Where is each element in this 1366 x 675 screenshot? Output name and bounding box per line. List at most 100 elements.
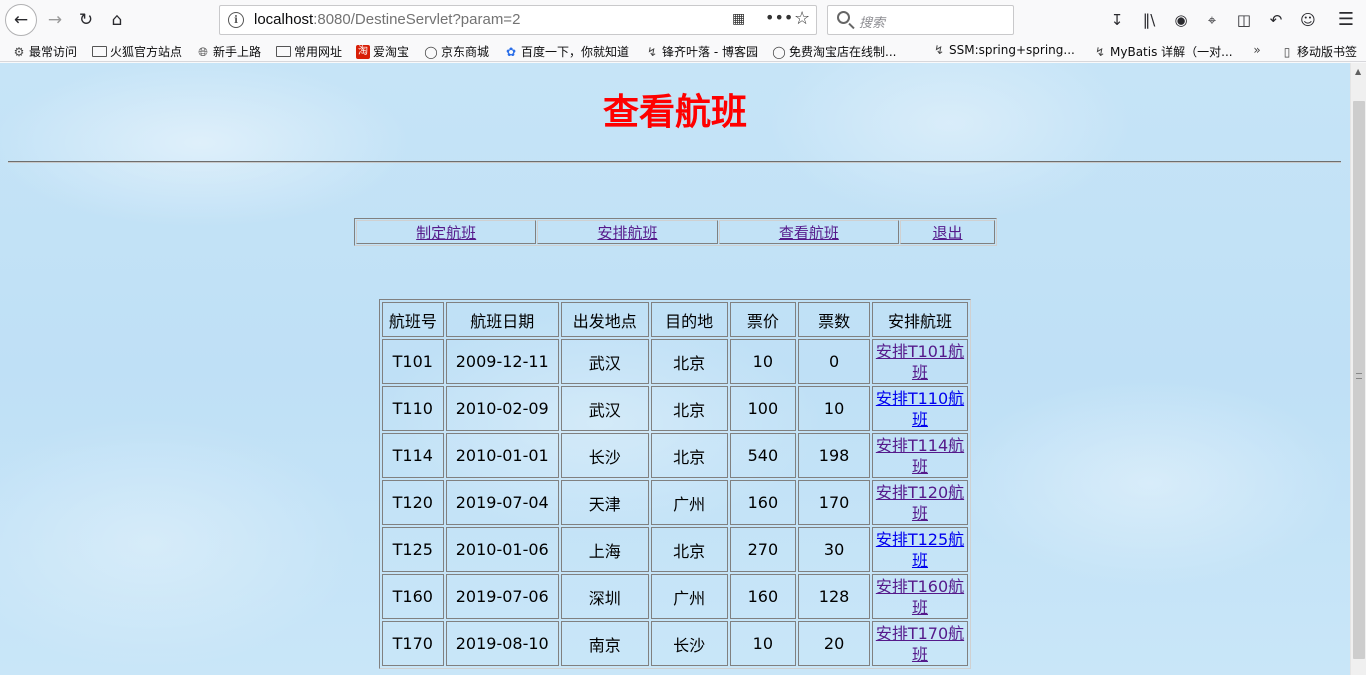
table-row: T160 2019-07-06 深圳 广州 160 128 安排T160航班 [382, 574, 968, 619]
bookmark-item[interactable]: ↯ SSM:spring+spring... [932, 43, 1075, 57]
schedule-flight-link[interactable]: 安排T160航班 [876, 577, 964, 617]
scrollbar-thumb[interactable] [1353, 101, 1365, 659]
globe-icon: 🌐︎ [198, 44, 208, 59]
table-cell-action: 安排T101航班 [871, 339, 968, 384]
table-cell-tickets: 128 [798, 574, 870, 619]
table-cell-from: 武汉 [560, 339, 649, 384]
schedule-flight-link[interactable]: 安排T170航班 [876, 624, 964, 664]
horizontal-divider [8, 161, 1341, 163]
url-text[interactable]: localhost:8080/DestineServlet?param=2 [254, 11, 520, 28]
screenshot-crop-icon[interactable]: ⌖ [1201, 9, 1223, 31]
menu-link-logout[interactable]: 退出 [932, 224, 962, 242]
table-cell-tickets: 198 [798, 433, 870, 478]
schedule-flight-link[interactable]: 安排T110航班 [876, 389, 964, 429]
table-cell-action: 安排T114航班 [871, 433, 968, 478]
menu-link-create-flight[interactable]: 制定航班 [416, 224, 476, 242]
search-bar[interactable]: 搜索 [827, 5, 1014, 35]
bookmark-star-icon[interactable]: ☆ [794, 8, 810, 29]
link-text-line1: 安排T160航 [875, 576, 965, 596]
blog-icon: ↯ [1094, 44, 1106, 59]
forward-arrow-icon[interactable]: → [40, 5, 70, 35]
schedule-flight-link[interactable]: 安排T101航班 [876, 342, 964, 382]
schedule-flight-link[interactable]: 安排T125航班 [876, 530, 964, 570]
sidebar-icon[interactable]: ◫ [1233, 9, 1255, 31]
page-info-icon[interactable]: i [228, 12, 244, 28]
table-cell-date: 2010-02-09 [445, 386, 559, 431]
table-cell-tickets: 0 [798, 339, 870, 384]
baidu-paw-icon: ✿ [505, 44, 517, 59]
column-header: 航班日期 [445, 302, 559, 337]
account-icon[interactable]: ☺ [1297, 9, 1319, 31]
table-cell-from: 武汉 [560, 386, 649, 431]
more-bookmarks-chevron-icon[interactable]: » [1250, 43, 1264, 57]
search-input[interactable]: 搜索 [859, 12, 885, 31]
table-cell-price: 160 [729, 574, 797, 619]
download-icon[interactable]: ↧ [1106, 9, 1128, 31]
bookmark-label: 新手上路 [213, 45, 262, 59]
bookmark-item[interactable]: ↯ 锋齐叶落 - 博客园 [645, 43, 758, 60]
table-cell-to: 长沙 [650, 621, 728, 666]
link-text-line2: 班 [911, 597, 928, 617]
url-path: :8080/DestineServlet?param=2 [313, 11, 521, 28]
undo-icon[interactable]: ↶ [1265, 9, 1287, 31]
table-cell-to: 北京 [650, 339, 728, 384]
table-cell-price: 160 [729, 480, 797, 525]
chat-icon[interactable]: ◉ [1170, 9, 1192, 31]
table-cell-to: 北京 [650, 386, 728, 431]
home-icon[interactable]: ⌂ [102, 5, 132, 35]
bookmark-item[interactable]: ↯ MyBatis 详解（一对... [1093, 43, 1233, 60]
bookmark-item[interactable]: ⚙ 最常访问 [12, 43, 77, 60]
table-cell-date: 2019-07-04 [445, 480, 559, 525]
more-actions-icon[interactable]: ••• [765, 8, 793, 27]
bookmark-label: 锋齐叶落 - 博客园 [662, 45, 758, 59]
hamburger-menu-icon[interactable]: ☰ [1335, 9, 1357, 31]
table-cell-to: 广州 [650, 574, 728, 619]
table-cell-id: T160 [382, 574, 444, 619]
table-header-row: 航班号 航班日期 出发地点 目的地 票价 票数 安排航班 [382, 302, 968, 337]
table-cell-from: 深圳 [560, 574, 649, 619]
taobao-icon: 淘 [356, 44, 370, 59]
menu-link-view-flights[interactable]: 查看航班 [779, 224, 839, 242]
bookmark-label: 最常访问 [29, 45, 78, 59]
bookmark-item[interactable]: 火狐官方站点 [92, 43, 182, 60]
table-row: T114 2010-01-01 长沙 北京 540 198 安排T114航班 [382, 433, 968, 478]
reload-icon[interactable]: ↻ [71, 5, 101, 35]
table-row: T125 2010-01-06 上海 北京 270 30 安排T125航班 [382, 527, 968, 572]
globe-icon: ◯ [424, 44, 438, 59]
bookmark-item[interactable]: 淘爱淘宝 [356, 43, 409, 60]
link-text-line2: 班 [911, 362, 928, 382]
url-bar[interactable]: i localhost:8080/DestineServlet?param=2 … [219, 5, 817, 35]
bookmark-item[interactable]: ◯ 免费淘宝店在线制... [772, 43, 896, 60]
table-cell-tickets: 170 [798, 480, 870, 525]
table-cell-date: 2010-01-01 [445, 433, 559, 478]
table-cell-action: 安排T110航班 [871, 386, 968, 431]
table-row: T170 2019-08-10 南京 长沙 10 20 安排T170航班 [382, 621, 968, 666]
bookmark-item[interactable]: ✿ 百度一下，你就知道 [504, 43, 629, 60]
bookmark-item[interactable]: 常用网址 [276, 43, 342, 60]
table-cell-from: 上海 [560, 527, 649, 572]
back-arrow-icon[interactable]: ← [5, 4, 37, 36]
link-text-line2: 班 [911, 550, 928, 570]
table-cell-action: 安排T125航班 [871, 527, 968, 572]
link-text-line2: 班 [911, 503, 928, 523]
scroll-up-arrow-icon[interactable]: ▲ [1355, 67, 1361, 76]
vertical-scrollbar[interactable]: ▲ [1350, 63, 1366, 675]
bookmark-item[interactable]: ▯ 移动版书签 [1280, 43, 1357, 60]
bookmark-label: 百度一下，你就知道 [521, 45, 630, 59]
schedule-flight-link[interactable]: 安排T114航班 [876, 436, 964, 476]
column-header: 票数 [798, 302, 870, 337]
mobile-icon: ▯ [1283, 44, 1291, 59]
table-cell-id: T170 [382, 621, 444, 666]
schedule-flight-link[interactable]: 安排T120航班 [876, 483, 964, 523]
column-header: 目的地 [650, 302, 728, 337]
menu-link-schedule-flight[interactable]: 安排航班 [597, 224, 657, 242]
table-cell-id: T125 [382, 527, 444, 572]
bookmark-item[interactable]: 🌐︎ 新手上路 [196, 43, 261, 60]
library-icon[interactable]: ‖\ [1138, 9, 1160, 31]
table-cell-id: T110 [382, 386, 444, 431]
qr-code-icon[interactable]: ▦ [732, 11, 745, 27]
menu-cell: 安排航班 [537, 220, 718, 244]
bookmark-item[interactable]: ◯ 京东商城 [424, 43, 489, 60]
table-cell-price: 10 [729, 621, 797, 666]
table-cell-id: T114 [382, 433, 444, 478]
